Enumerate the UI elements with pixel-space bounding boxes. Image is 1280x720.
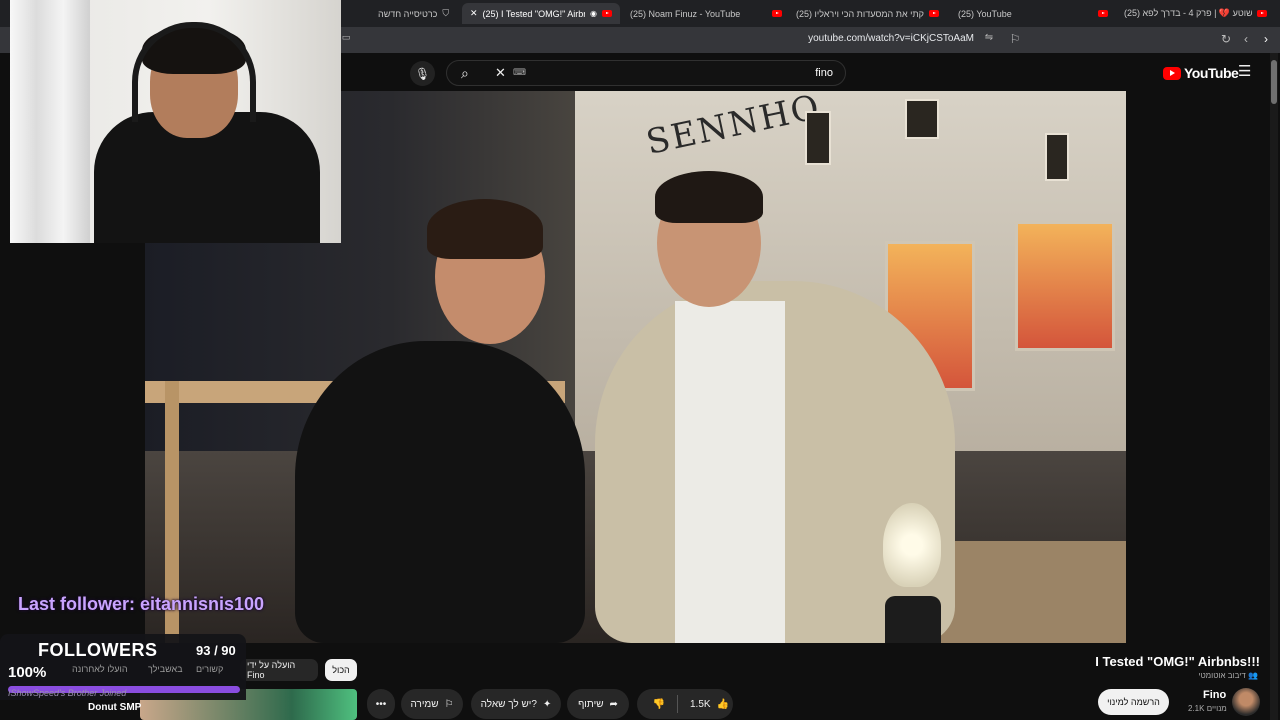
search-input[interactable]: ⌕ ✕ ⌨ fino xyxy=(446,60,846,86)
person-left-hair xyxy=(427,199,543,259)
tab-episode[interactable]: (25) הפשוטע 💔 | פרק 4 - בדרך לפא xyxy=(1124,3,1270,24)
bookmark-icon[interactable]: ⚐ xyxy=(1007,32,1023,46)
last-follower-text: Last follower: eitannisnis100 xyxy=(18,594,265,614)
tab-label: (25) Noam Finuz - YouTube xyxy=(630,8,741,19)
divider xyxy=(677,695,678,713)
ask-button[interactable]: יש לך שאלה? ✦ xyxy=(471,689,561,719)
voice-search-button[interactable]: 🎙 xyxy=(410,61,435,86)
channel-avatar[interactable] xyxy=(1232,688,1260,716)
save-button[interactable]: שמירה ⚐ xyxy=(401,689,463,719)
chip-uploaded-by[interactable]: הועלה על ידי Fino xyxy=(240,659,318,681)
scrollbar[interactable] xyxy=(1270,53,1278,720)
audio-icon: ◉ xyxy=(590,9,597,18)
forward-icon[interactable]: › xyxy=(1258,32,1274,46)
person-right-hair xyxy=(655,171,763,223)
chip-all[interactable]: הכול xyxy=(325,659,357,681)
lit-window xyxy=(1015,221,1115,351)
reload-icon[interactable]: ↻ xyxy=(1218,32,1234,46)
scrollbar-thumb[interactable] xyxy=(1271,60,1277,104)
like-icon[interactable]: 👍 xyxy=(717,699,729,710)
close-icon[interactable]: ✕ xyxy=(470,8,478,19)
tab-label: (25) הפשוטע 💔 | פרק 4 - בדרך לפא xyxy=(1124,8,1252,18)
youtube-logo-text: YouTube xyxy=(1184,65,1239,81)
tab-noam-finuz[interactable]: (25) Noam Finuz - YouTube xyxy=(630,3,782,24)
site-settings-icon[interactable]: ⇋ xyxy=(981,32,997,43)
youtube-favicon-icon xyxy=(929,10,939,17)
subscriber-count: 2.1K מנויים xyxy=(1188,704,1227,713)
building-window xyxy=(805,111,831,165)
youtube-favicon-icon xyxy=(1098,10,1108,17)
like-dislike-group: 👎 1.5K 👍 xyxy=(637,689,733,719)
back-icon[interactable]: ‹ xyxy=(1238,32,1254,46)
stat-label: קשורים xyxy=(196,664,224,674)
youtube-favicon-icon xyxy=(1257,10,1267,17)
channel-name[interactable]: Fino xyxy=(1203,689,1226,701)
youtube-favicon-icon xyxy=(772,10,782,17)
video-title: I Tested "OMG!" Airbnbs!!! xyxy=(1095,654,1260,669)
more-actions-button[interactable]: ••• xyxy=(367,689,395,719)
tab-active-video[interactable]: ✕ (25) I Tested "OMG!" Airbnbs ◉ xyxy=(462,3,620,24)
followers-title: FOLLOWERS xyxy=(38,640,158,660)
tab-label: (25) YouTube xyxy=(958,8,1012,19)
like-count[interactable]: 1.5K xyxy=(690,699,711,710)
shield-icon: ⛉ xyxy=(442,8,450,18)
person-left-body xyxy=(295,341,585,643)
webcam-overlay xyxy=(10,0,341,243)
url-field[interactable]: youtube.com/watch?v=iCKjCSToAaM xyxy=(808,33,974,44)
curtain xyxy=(10,0,90,243)
lamp-base xyxy=(885,596,941,643)
followers-percent: 100% xyxy=(8,664,47,681)
share-label: שיתוף xyxy=(578,698,604,710)
lamp-bulb xyxy=(883,503,941,587)
tab-youtube[interactable]: (25) YouTube xyxy=(958,3,1108,24)
followers-count: 93 / 90 xyxy=(196,643,236,658)
auto-dub-text: דיבוב אוטומטי xyxy=(1198,671,1246,680)
tab-label: (25) I Tested "OMG!" Airbnbs xyxy=(482,8,585,19)
save-label: שמירה xyxy=(410,698,439,710)
people-icon: 👥 xyxy=(1248,671,1258,680)
stat-label: באשבילך xyxy=(148,664,183,674)
keyboard-icon[interactable]: ⌨ xyxy=(513,67,526,78)
search-query: fino xyxy=(815,67,833,79)
auto-dub-label: דיבוב אוטומטי 👥 xyxy=(1198,671,1258,680)
share-icon: ➦ xyxy=(609,698,618,710)
tab-label: (25) בדקתי את המסעדות הכי ויראליו xyxy=(796,8,924,19)
building-window xyxy=(1045,133,1069,181)
ask-label: יש לך שאלה? xyxy=(480,698,537,710)
microphone-icon: 🎙 xyxy=(414,66,431,81)
sparkle-icon: ✦ xyxy=(542,698,552,710)
ticker-title: Donut SMP xyxy=(88,702,142,713)
menu-icon[interactable]: ☰ xyxy=(1238,62,1251,80)
bookmark-icon: ⚐ xyxy=(444,698,454,710)
youtube-favicon-icon xyxy=(602,10,612,17)
tab-label: כרטיסייה חדשה xyxy=(378,8,438,19)
clear-search-icon[interactable]: ✕ xyxy=(495,65,506,81)
ticker-text: IShowSpeed's Brother Joined xyxy=(8,688,127,698)
youtube-logo[interactable]: YouTube xyxy=(1163,65,1239,81)
more-icon: ••• xyxy=(375,698,387,710)
tab-new-tab[interactable]: כרטיסייה חדשה ⛉ xyxy=(378,3,458,24)
stat-label: הועלו לאחרונה xyxy=(72,664,128,674)
subscribe-button[interactable]: הרשמה למינוי xyxy=(1098,689,1169,715)
share-button[interactable]: שיתוף ➦ xyxy=(567,689,629,719)
search-icon[interactable]: ⌕ xyxy=(461,65,469,82)
person-right-shirt xyxy=(675,301,785,643)
building-window xyxy=(905,99,939,139)
tab-restaurants[interactable]: (25) בדקתי את המסעדות הכי ויראליו xyxy=(796,3,942,24)
youtube-logo-icon xyxy=(1163,66,1181,80)
dislike-icon[interactable]: 👎 xyxy=(647,699,671,710)
